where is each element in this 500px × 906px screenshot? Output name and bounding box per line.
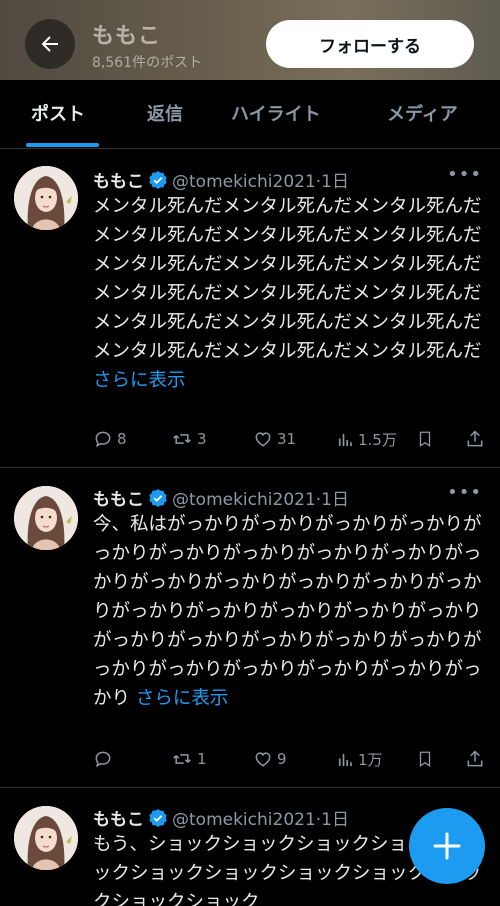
verified-badge-icon <box>149 489 167 507</box>
repost-count: 1 <box>197 750 207 768</box>
tab-highlights[interactable]: ハイライト <box>231 100 321 126</box>
repost-count: 3 <box>197 430 207 448</box>
verified-badge-icon <box>149 171 167 189</box>
post-body: メンタル死んだメンタル死んだメンタル死んだメンタル死んだメンタル死んだメンタル死… <box>93 196 482 362</box>
compose-post-button[interactable] <box>409 808 485 884</box>
bookmark-icon <box>419 431 431 448</box>
repost-icon <box>173 754 191 764</box>
author-name[interactable]: ももこ <box>93 490 144 510</box>
tab-posts[interactable]: ポスト <box>31 100 85 126</box>
header-profile-name: ももこ <box>92 24 162 49</box>
like-count: 31 <box>277 430 297 448</box>
active-tab-indicator <box>26 143 99 147</box>
post-text: メンタル死んだメンタル死んだメンタル死んだメンタル死んだメンタル死んだメンタル死… <box>93 192 483 395</box>
arrow-left-icon <box>41 36 58 52</box>
profile-tabs: ポスト 返信 ハイライト メディア <box>0 80 500 149</box>
post-item[interactable]: ももこ @tomekichi2021·1日 ••• 今、私はがっかりがっかりがっか… <box>0 468 500 788</box>
follow-button[interactable]: フォローする <box>266 20 474 68</box>
verified-badge-icon <box>149 809 167 827</box>
post-header: ももこ @tomekichi2021·1日 <box>93 805 349 830</box>
post-actions: 8 3 31 1.5万 <box>93 429 488 453</box>
avatar[interactable] <box>14 806 78 870</box>
share-button[interactable] <box>465 429 485 449</box>
views-button[interactable]: 1万 <box>336 749 383 770</box>
repost-button[interactable]: 1 <box>171 749 207 769</box>
post-time[interactable]: 1日 <box>321 172 349 192</box>
post-header: ももこ @tomekichi2021·1日 <box>93 167 349 192</box>
like-count: 9 <box>277 750 287 768</box>
reply-icon <box>95 751 111 768</box>
reply-button[interactable] <box>93 749 117 769</box>
post-item[interactable]: ももこ @tomekichi2021·1日 ••• メンタル死んだメンタル死んだメ… <box>0 150 500 468</box>
reply-button[interactable]: 8 <box>93 429 127 449</box>
show-more-link[interactable]: さらに表示 <box>136 688 229 709</box>
author-name[interactable]: ももこ <box>93 172 144 192</box>
share-icon <box>467 430 483 447</box>
tab-replies[interactable]: 返信 <box>147 100 183 126</box>
post-time[interactable]: 1日 <box>321 490 349 510</box>
post-time[interactable]: 1日 <box>321 810 349 830</box>
like-button[interactable]: 9 <box>253 749 287 769</box>
more-options-icon[interactable]: ••• <box>447 164 482 185</box>
repost-button[interactable]: 3 <box>171 429 207 449</box>
post-body: 今、私はがっかりがっかりがっかりがっかりがっかりがっかりがっかりがっかりがっかり… <box>93 514 482 709</box>
views-chart-icon <box>338 753 352 766</box>
author-handle[interactable]: @tomekichi2021 <box>172 490 316 510</box>
avatar[interactable] <box>14 486 78 550</box>
views-chart-icon <box>338 433 352 446</box>
avatar[interactable] <box>14 166 78 230</box>
bookmark-icon <box>419 751 431 768</box>
heart-icon <box>255 432 271 447</box>
post-actions: 1 9 1万 <box>93 749 488 773</box>
author-handle[interactable]: @tomekichi2021 <box>172 810 316 830</box>
bookmark-button[interactable] <box>416 429 434 449</box>
author-name[interactable]: ももこ <box>93 810 144 830</box>
post-text: 今、私はがっかりがっかりがっかりがっかりがっかりがっかりがっかりがっかりがっかり… <box>93 510 483 713</box>
heart-icon <box>255 752 271 767</box>
share-button[interactable] <box>465 749 485 769</box>
bookmark-button[interactable] <box>416 749 434 769</box>
profile-header: ももこ 8,561件のポスト フォローする <box>0 0 500 80</box>
view-count: 1万 <box>358 751 383 769</box>
reply-count: 8 <box>117 430 127 448</box>
view-count: 1.5万 <box>358 431 397 449</box>
views-button[interactable]: 1.5万 <box>336 429 397 450</box>
back-button[interactable] <box>25 19 75 69</box>
like-button[interactable]: 31 <box>253 429 296 449</box>
tab-media[interactable]: メディア <box>387 100 458 126</box>
author-handle[interactable]: @tomekichi2021 <box>172 172 316 192</box>
repost-icon <box>173 434 191 444</box>
reply-icon <box>95 431 111 448</box>
show-more-link[interactable]: さらに表示 <box>93 370 186 391</box>
more-options-icon[interactable]: ••• <box>447 482 482 503</box>
share-icon <box>467 750 483 767</box>
post-header: ももこ @tomekichi2021·1日 <box>93 485 349 510</box>
header-post-count: 8,561件のポスト <box>92 55 203 71</box>
plus-icon <box>433 832 461 860</box>
